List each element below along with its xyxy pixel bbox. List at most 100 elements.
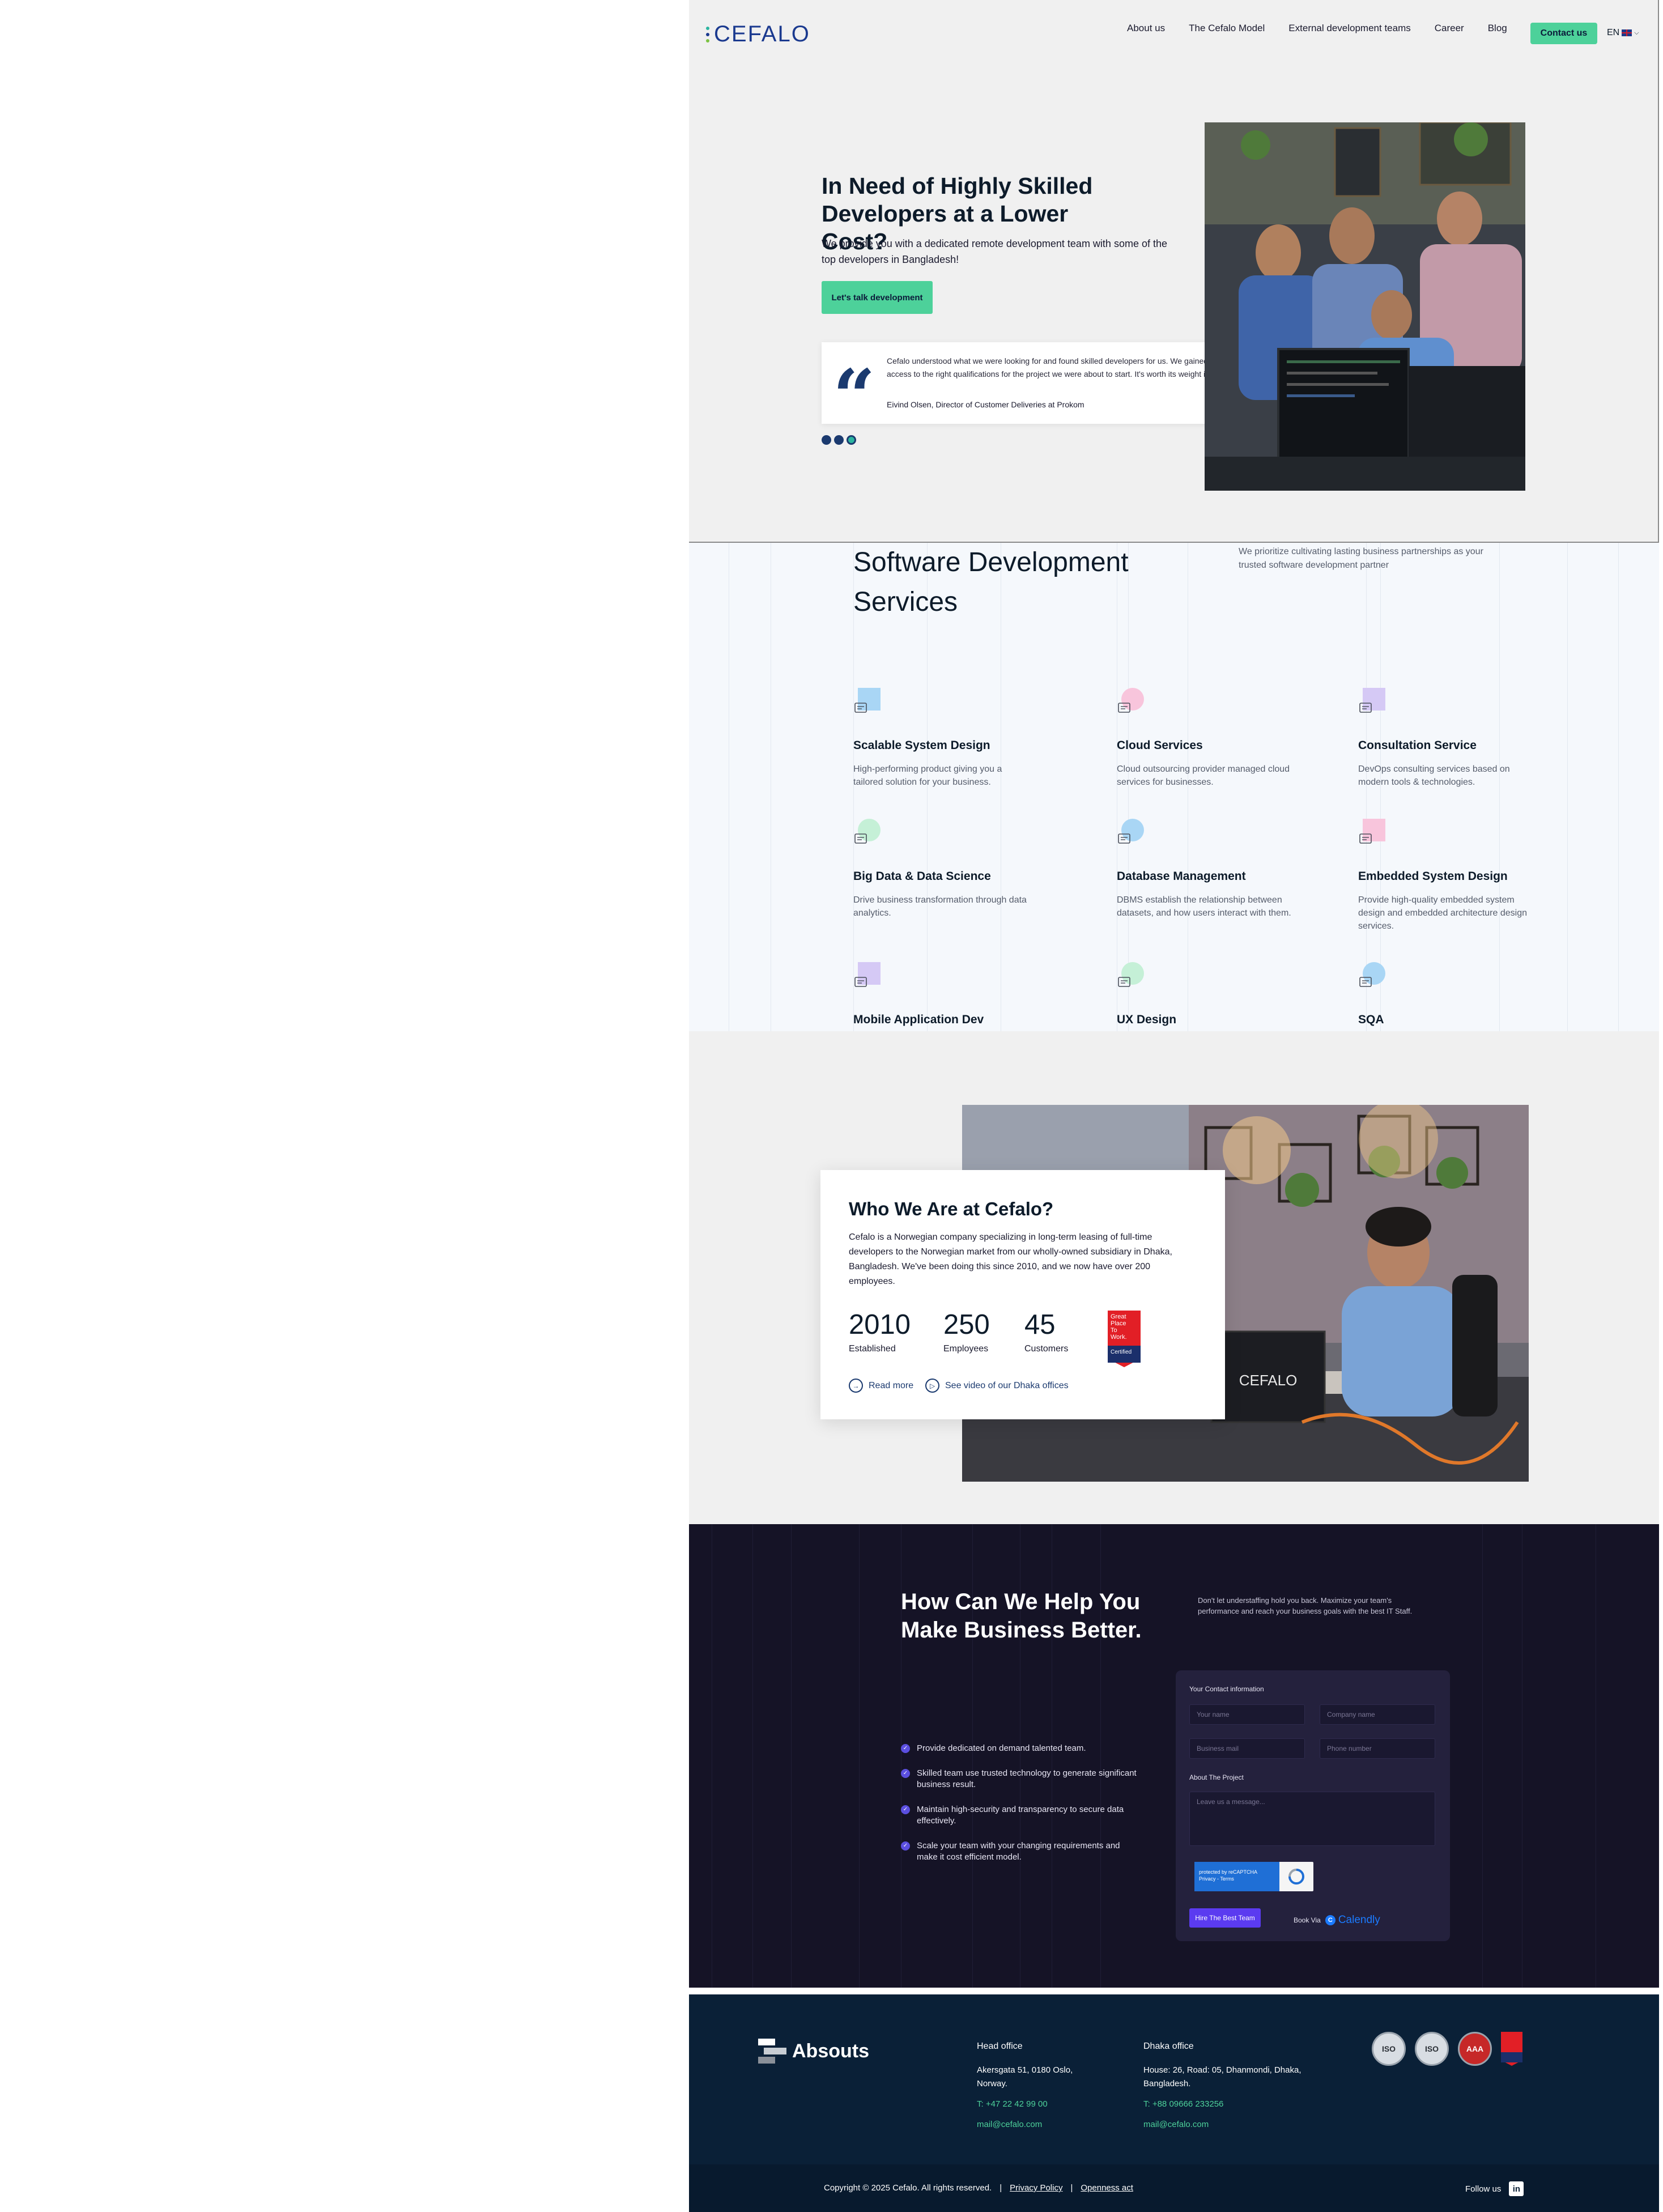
read-more-link[interactable]: → Read more	[849, 1379, 913, 1393]
nav-career[interactable]: Career	[1435, 23, 1464, 34]
logo-dots-icon	[706, 24, 711, 45]
privacy-policy-link[interactable]: Privacy Policy	[1010, 2183, 1062, 2193]
laptop-logo-text: CEFALO	[1239, 1372, 1298, 1389]
contact-us-button[interactable]: Contact us	[1530, 23, 1597, 44]
pagination-dot-active[interactable]	[847, 435, 856, 445]
stat-number: 45	[1024, 1309, 1056, 1340]
services-intro: We prioritize cultivating lasting busine…	[1239, 547, 1483, 570]
service-description: Drive business transformation through da…	[853, 895, 1027, 918]
footer: Absouts Head office Akersgata 51, 0180 O…	[689, 1994, 1659, 2212]
hero-subtitle: We provide you with a dedicated remote d…	[822, 238, 1167, 265]
service-title: Consultation Service	[1358, 739, 1477, 752]
system-design-icon	[853, 688, 881, 715]
language-label: EN	[1607, 28, 1620, 37]
head-office-block: Head office Akersgata 51, 0180 Oslo, Nor…	[977, 2040, 1135, 2132]
main-nav: About us The Cefalo Model External devel…	[1127, 23, 1531, 34]
service-card[interactable]: Embedded System Design Provide high-quali…	[1358, 819, 1545, 931]
copyright-text: Copyright © 2025 Cefalo. All rights rese…	[824, 2183, 992, 2193]
absouts-logo-icon	[758, 2039, 786, 2064]
phone-input[interactable]: Phone number	[1320, 1738, 1435, 1759]
follow-us-label: Follow us	[1465, 2184, 1502, 2194]
service-card[interactable]: SQA	[1358, 962, 1545, 1026]
service-description: High-performing product giving you a tai…	[853, 764, 1002, 787]
service-title: Cloud Services	[1117, 739, 1203, 752]
nav-blog[interactable]: Blog	[1488, 23, 1507, 34]
calendly-link[interactable]: C Calendly	[1325, 1914, 1380, 1926]
svg-text:Certified: Certified	[1111, 1349, 1132, 1355]
testimonial-card: “ Cefalo understood what we were looking…	[822, 342, 1242, 433]
services-title: Software Development Services	[853, 547, 1129, 617]
check-icon: ✓	[901, 1769, 910, 1778]
great-place-to-work-badge	[1501, 2032, 1522, 2066]
service-title: Big Data & Data Science	[853, 870, 991, 883]
service-card[interactable]: UX Design	[1117, 962, 1304, 1026]
service-card[interactable]: Database Management DBMS establish the re…	[1117, 819, 1304, 918]
read-more-label: Read more	[869, 1380, 914, 1390]
nav-cefalo-model[interactable]: The Cefalo Model	[1189, 23, 1265, 34]
ux-design-icon	[1117, 962, 1144, 989]
business-mail-input[interactable]: Business mail	[1189, 1738, 1305, 1759]
linkedin-icon[interactable]: in	[1509, 2181, 1524, 2196]
check-icon: ✓	[901, 1805, 910, 1814]
service-card[interactable]: Mobile Application Dev	[853, 962, 1040, 1026]
recaptcha-widget[interactable]: protected by reCAPTCHA Privacy - Terms	[1194, 1862, 1313, 1891]
mobile-app-icon	[853, 962, 881, 989]
hero-section: CEFALO About us The Cefalo Model Externa…	[689, 0, 1659, 543]
contact-form: Your Contact information Your name Compa…	[1176, 1670, 1450, 1941]
benefit-item: ✓ Maintain high-security and transparenc…	[901, 1804, 1139, 1827]
message-textarea[interactable]: Leave us a message...	[1189, 1792, 1435, 1846]
testimonial-text: Cefalo understood what we were looking f…	[887, 356, 1230, 378]
stat-label: Established	[849, 1344, 896, 1354]
footer-logo[interactable]: Absouts	[758, 2039, 869, 2064]
great-place-to-work-badge: Great Place To Work. Certified	[1108, 1311, 1141, 1367]
lets-talk-button[interactable]: Let's talk development	[822, 281, 933, 314]
nav-about-us[interactable]: About us	[1127, 23, 1165, 34]
dhaka-office-block: Dhaka office House: 26, Road: 05, Dhanmo…	[1143, 2040, 1302, 2132]
certification-badges: ISO ISO AAA	[1372, 2032, 1522, 2066]
dhaka-office-phone[interactable]: T: +88 09666 233256	[1143, 2098, 1302, 2111]
head-office-title: Head office	[977, 2041, 1023, 2051]
dhaka-office-email[interactable]: mail@cefalo.com	[1143, 2118, 1302, 2132]
head-office-email[interactable]: mail@cefalo.com	[977, 2118, 1135, 2132]
book-via: Book Via C Calendly	[1294, 1914, 1380, 1926]
office-video-link[interactable]: ▷ See video of our Dhaka offices	[925, 1379, 1069, 1393]
aaa-rating-badge: AAA	[1458, 2032, 1492, 2066]
pagination-dot[interactable]	[822, 435, 831, 445]
name-input[interactable]: Your name	[1189, 1704, 1305, 1725]
footer-bottom-bar: Copyright © 2025 Cefalo. All rights rese…	[689, 2164, 1659, 2212]
data-science-icon	[853, 819, 881, 846]
sqa-icon	[1358, 962, 1385, 989]
service-title: SQA	[1358, 1013, 1384, 1026]
head-office-phone[interactable]: T: +47 22 42 99 00	[977, 2098, 1135, 2111]
chevron-down-icon: ⌵	[1634, 29, 1639, 36]
help-title: How Can We Help You Make Business Better…	[901, 1589, 1142, 1643]
nav-external-teams[interactable]: External development teams	[1288, 23, 1410, 34]
language-selector[interactable]: EN ⌵	[1607, 28, 1639, 38]
check-icon: ✓	[901, 1744, 910, 1753]
who-we-are-section: CEFALO Who We Are at Cefalo? Cefalo is a…	[689, 1031, 1659, 1524]
service-description: Provide high-quality embedded system des…	[1358, 895, 1527, 931]
benefit-item: ✓ Skilled team use trusted technology to…	[901, 1768, 1139, 1790]
footer-logo-text: Absouts	[792, 2040, 869, 2062]
company-input[interactable]: Company name	[1320, 1704, 1435, 1725]
service-card[interactable]: Scalable System Design High-performing pr…	[853, 688, 1040, 787]
separator: |	[999, 2183, 1002, 2193]
service-card[interactable]: Consultation Service DevOps consulting se…	[1358, 688, 1545, 787]
head-office-address: Akersgata 51, 0180 Oslo, Norway.	[977, 2065, 1073, 2088]
cefalo-logo[interactable]: CEFALO	[706, 22, 810, 47]
stat-label: Customers	[1024, 1344, 1069, 1354]
stat-number: 250	[943, 1309, 990, 1340]
iso-badge: ISO	[1372, 2032, 1406, 2066]
hire-best-team-button[interactable]: Hire The Best Team	[1189, 1908, 1261, 1928]
who-description: Cefalo is a Norwegian company specializi…	[849, 1232, 1172, 1286]
pagination-dot[interactable]	[834, 435, 844, 445]
separator: |	[1070, 2183, 1073, 2193]
help-section: How Can We Help You Make Business Better…	[689, 1524, 1659, 1988]
service-card[interactable]: Big Data & Data Science Drive business tr…	[853, 819, 1040, 918]
openness-act-link[interactable]: Openness act	[1081, 2183, 1133, 2193]
recaptcha-label: protected by reCAPTCHA Privacy - Terms	[1194, 1862, 1279, 1891]
embedded-icon	[1358, 819, 1385, 846]
follow-us: Follow us in	[1465, 2181, 1524, 2196]
service-card[interactable]: Cloud Services Cloud outsourcing provider…	[1117, 688, 1304, 787]
service-description: Cloud outsourcing provider managed cloud…	[1117, 764, 1290, 787]
